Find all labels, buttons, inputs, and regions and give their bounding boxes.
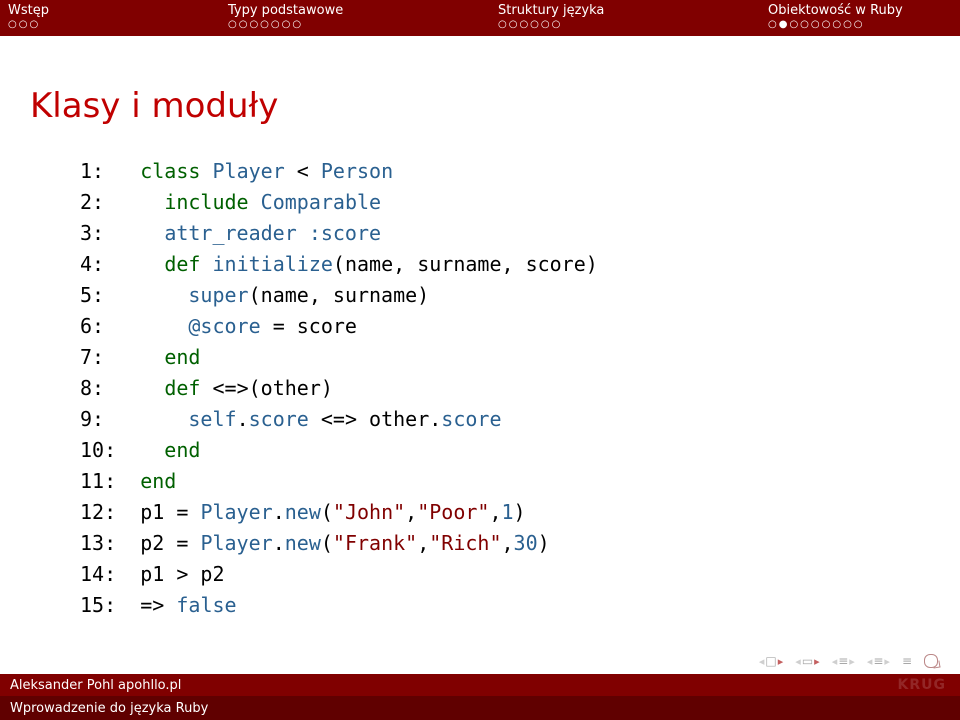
nav-progress-dots: ○○○ <box>8 20 40 30</box>
nav-end[interactable]: ≡ <box>902 654 912 668</box>
beamer-nav-controls: ◂□▸ ◂▭▸ ◂≡▸ ◂≡▸ ≡ <box>759 654 938 668</box>
nav-progress-dots: ○○○○○○ <box>498 20 562 30</box>
nav-progress-dots: ○●○○○○○○○ <box>768 20 865 30</box>
code-block: 1: class Player < Person 2: include Comp… <box>80 156 960 621</box>
nav-label: Typy podstawowe <box>228 4 343 20</box>
nav-label: Wstęp <box>8 4 49 20</box>
nav-progress-dots: ○○○○○○○ <box>228 20 303 30</box>
nav-label: Obiektowość w Ruby <box>768 4 903 20</box>
nav-prev-frame[interactable]: ◂▭▸ <box>795 654 819 668</box>
nav-label: Struktury języka <box>498 4 604 20</box>
slide-title: Klasy i moduły <box>30 86 960 126</box>
nav-prev-slide[interactable]: ◂□▸ <box>759 654 783 668</box>
nav-section-typy[interactable]: Typy podstawowe ○○○○○○○ <box>228 4 498 30</box>
slide-header: Wstęp ○○○ Typy podstawowe ○○○○○○○ Strukt… <box>0 0 960 36</box>
slide-footer: Aleksander Pohl apohllo.pl KRUG Wprowadz… <box>0 674 960 720</box>
nav-section-wstep[interactable]: Wstęp ○○○ <box>8 4 228 30</box>
footer-author-bar: Aleksander Pohl apohllo.pl KRUG <box>0 674 960 696</box>
footer-subtitle: Wprowadzenie do języka Ruby <box>10 701 208 716</box>
nav-section-struktury[interactable]: Struktury języka ○○○○○○ <box>498 4 768 30</box>
footer-author: Aleksander Pohl apohllo.pl <box>10 678 181 693</box>
footer-brand: KRUG <box>898 677 947 693</box>
nav-prev-section[interactable]: ◂≡▸ <box>832 654 855 668</box>
nav-section-obiektowosc[interactable]: Obiektowość w Ruby ○●○○○○○○○ <box>768 4 960 30</box>
nav-search-icon[interactable] <box>924 654 938 668</box>
nav-next-section[interactable]: ◂≡▸ <box>867 654 890 668</box>
footer-subtitle-bar: Wprowadzenie do języka Ruby <box>0 696 960 720</box>
